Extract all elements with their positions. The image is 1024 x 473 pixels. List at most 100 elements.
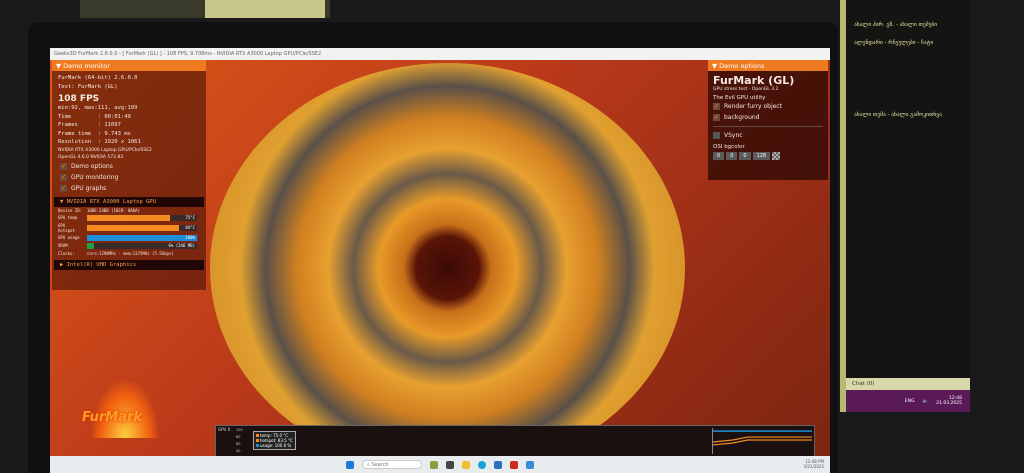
bgcolor-g[interactable]: 0 <box>726 152 738 160</box>
taskbar: ⌕ Search 12:48 PM 3/21/2025 <box>50 456 830 473</box>
metric-fill <box>87 234 197 241</box>
color-swatch[interactable] <box>772 152 781 160</box>
furry-donut-render <box>210 63 685 473</box>
checkbox-empty <box>713 132 720 139</box>
bgcolor-a[interactable]: 128 <box>752 152 771 160</box>
widgets-icon[interactable] <box>430 460 438 469</box>
demo-monitor-header[interactable]: ▼ Demo monitor <box>52 60 206 71</box>
gpu-graph: GPU 0 100 80 60 40 temp: 75.0 °C hotspot: 8… <box>215 425 815 457</box>
gpu-metric-row: GPU usage 100% <box>52 234 206 242</box>
intel-gpu-section-header[interactable]: ▶ Intel(R) UHD Graphics <box>54 259 204 270</box>
chat-bar[interactable]: Chat (0) <box>846 378 970 390</box>
metric-bar: 75°C <box>87 214 197 221</box>
checkbox-gpu-graphs[interactable]: ✓ GPU graphs <box>52 183 206 194</box>
check-icon: ✓ <box>60 172 67 181</box>
demo-monitor-panel: ▼ Demo monitor FurMark (64-bit) 2.6.0.0 … <box>52 60 206 290</box>
legend-label: usage: 100.0 % <box>260 443 292 448</box>
stat-frame-time: Frame time : 9.743 ms <box>58 130 131 137</box>
metric-value: 100% <box>185 234 195 240</box>
window-title: Geeks3D FurMark 2.6.0.0 - [ FurMark (GL)… <box>50 48 830 60</box>
bgcolor-b[interactable]: 0 <box>739 152 751 160</box>
metric-fill <box>87 224 180 231</box>
stat-frames: Frames : 11097 <box>58 122 121 128</box>
demo-options-header[interactable]: ▼ Demo options <box>708 60 828 71</box>
gpu-metric-row: GPU hotspot 84°C <box>52 222 206 234</box>
check-icon: ✓ <box>60 161 67 170</box>
checkbox-label: Demo options <box>71 162 113 170</box>
date: 21.03.2025 <box>936 401 962 406</box>
second-taskbar: ENG 🔈 12:48 21.03.2025 <box>846 390 970 412</box>
header-label: Demo options <box>719 62 765 70</box>
checkbox-render-furry-object[interactable]: ✓ Render furry object <box>708 101 828 112</box>
gpu-section-header[interactable]: ▼ NVIDIA RTX A3000 Laptop GPU <box>54 196 204 207</box>
gpu-name: NVIDIA RTX A3000 Laptop GPU <box>66 198 157 205</box>
bgcolor-r[interactable]: 0 <box>713 152 725 160</box>
demo-options-panel: ▼ Demo options FurMark (GL) GPU stress t… <box>708 60 828 180</box>
edge-icon[interactable] <box>478 460 486 469</box>
taskbar-search[interactable]: ⌕ Search <box>362 460 422 469</box>
metric-value: 75°C <box>185 214 195 220</box>
header-label: Demo monitor <box>63 62 110 70</box>
gpu-metric-row: GPU temp 75°C <box>52 214 206 222</box>
fps-readout: 108 FPS <box>58 94 100 104</box>
test-name: Test: FurMark (GL) <box>58 83 118 90</box>
date: 3/21/2025 <box>803 464 824 469</box>
graph-legend: temp: 75.0 °C hotspot: 83.5 °C usage: 10… <box>253 431 296 450</box>
metric-bar: 84°C <box>87 224 197 231</box>
metric-fill <box>87 214 170 221</box>
y-tick: 40 <box>236 449 241 453</box>
metric-value: 6% (246 MB) <box>168 242 196 248</box>
checkbox-label: VSync <box>724 132 743 139</box>
file-explorer-icon[interactable] <box>462 460 470 469</box>
graph-plot <box>712 428 812 454</box>
app-version: FurMark (64-bit) 2.6.0.0 <box>58 75 138 81</box>
label: Clocks: <box>58 250 75 256</box>
checkbox-label: Render furry object <box>724 103 782 110</box>
y-tick: 100 <box>236 428 243 432</box>
stat-resolution: Resolution : 1920 x 1061 <box>58 139 141 145</box>
graph-y-axis: 100 80 60 40 <box>236 427 243 455</box>
volume-icon[interactable]: 🔈 <box>923 399 929 404</box>
checkbox-label: background <box>724 114 760 121</box>
search-placeholder: Search <box>371 462 389 468</box>
forum-link-line[interactable]: ახალი თემა - ახალი გამოკითხვა <box>846 110 970 120</box>
y-tick: 80 <box>236 435 241 439</box>
check-icon: ✓ <box>713 113 720 121</box>
clocks-value: core:1290MHz - mem:1375MHz (5.5Gbps) <box>87 250 174 256</box>
metric-bar: 6% (246 MB) <box>87 242 197 249</box>
clock[interactable]: 12:48 21.03.2025 <box>936 396 962 406</box>
gpu-name: Intel(R) UHD Graphics <box>66 261 137 268</box>
monitor-screen: Geeks3D FurMark 2.6.0.0 - [ FurMark (GL)… <box>50 48 830 473</box>
metric-bar: 100% <box>87 234 197 241</box>
graph-label: GPU 0 <box>218 427 231 432</box>
device-id-row: Device ID: 10DE-24B8 (1028- 0A6A) <box>52 207 206 214</box>
metric-label: GPU usage <box>58 235 80 240</box>
metric-label: GPU hotspot <box>58 222 75 233</box>
tagline: The Evil GPU utility <box>713 95 766 101</box>
system-clock[interactable]: 12:48 PM 3/21/2025 <box>803 459 824 469</box>
y-tick: 60 <box>236 442 241 446</box>
task-view-icon[interactable] <box>446 460 454 469</box>
opengl-version: OpenGL 4.6.0 NVIDIA 572.83 <box>58 154 124 160</box>
checkbox-demo-options[interactable]: ✓ Demo options <box>52 161 206 172</box>
metric-label: VRAM <box>58 243 68 248</box>
furmark-taskbar-icon[interactable] <box>510 460 518 469</box>
clocks-row: Clocks: core:1290MHz - mem:1375MHz (5.5Gb… <box>52 250 206 257</box>
chat-label: Chat (0) <box>852 381 875 387</box>
gpu-metric-row: VRAM 6% (246 MB) <box>52 242 206 250</box>
gpu-renderer: NVIDIA RTX A3000 Laptop GPU/PCIe/SSE2 <box>58 147 152 153</box>
metric-label: GPU temp <box>58 215 78 220</box>
app-icon[interactable] <box>526 460 534 469</box>
checkbox-gpu-monitoring[interactable]: ✓ GPU monitoring <box>52 172 206 183</box>
checkbox-background[interactable]: ✓ background <box>708 112 828 123</box>
forum-link-line[interactable]: ალენდარი - რჩეულები - ჩატი <box>846 38 970 48</box>
metric-value: 84°C <box>185 224 195 230</box>
windows-start-icon[interactable] <box>346 460 354 469</box>
bgcolor-label: OSI bgcolor <box>713 144 745 150</box>
checkbox-label: GPU monitoring <box>71 173 119 181</box>
language-indicator[interactable]: ENG <box>905 399 915 404</box>
forum-link-line[interactable]: ახალი პირ. გზ. - ახალი თემები <box>846 20 970 30</box>
device-id: 10DE-24B8 (1028- 0A6A) <box>87 207 140 213</box>
store-icon[interactable] <box>494 460 502 469</box>
checkbox-vsync[interactable]: VSync <box>708 130 828 141</box>
